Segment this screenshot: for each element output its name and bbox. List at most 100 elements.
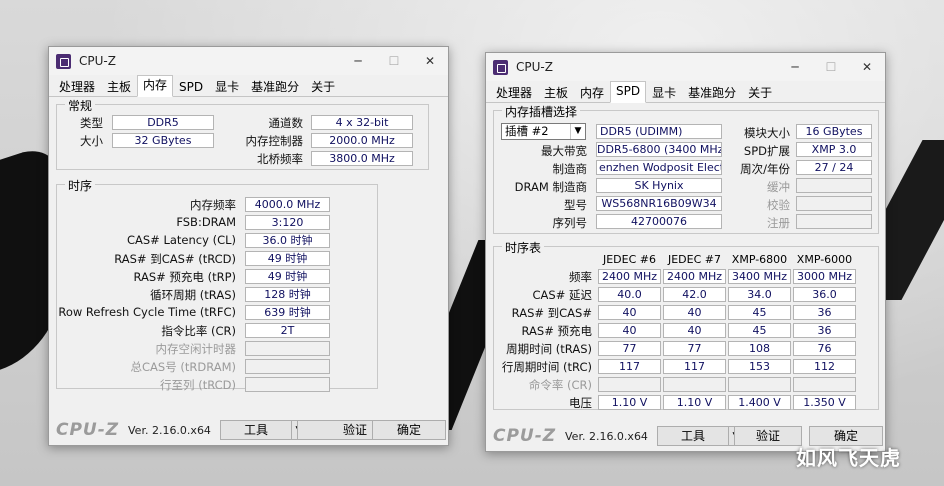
- timing-value: [245, 359, 330, 374]
- timing-column-header: JEDEC #6: [602, 253, 656, 266]
- tab-memory[interactable]: 内存: [574, 83, 610, 102]
- tab-cpu[interactable]: 处理器: [53, 77, 101, 96]
- timing-cell: 45: [728, 323, 791, 338]
- timings-table-group: 时序表 JEDEC #6 JEDEC #7 XMP-6800 XMP-6000 频率 24…: [493, 239, 879, 410]
- tab-mainboard[interactable]: 主板: [538, 83, 574, 102]
- slot-select-value: 插槽 #2: [505, 124, 549, 138]
- nb-value: 3800.0 MHz: [311, 151, 413, 166]
- timing-cell: 117: [598, 359, 661, 374]
- timing-cell: 36: [793, 305, 856, 320]
- cpuz-window-spd: CPU-Z ─ ☐ ✕ 处理器 主板 内存 SPD 显卡 基准跑分 关于 内存插…: [485, 52, 886, 452]
- check-label: 校验: [767, 198, 790, 212]
- tab-graphics[interactable]: 显卡: [209, 77, 245, 96]
- timing-cell: 1.10 V: [663, 395, 726, 410]
- timing-label: 内存空闲计时器: [155, 342, 237, 356]
- timing-label: Row Refresh Cycle Time (tRFC): [58, 305, 236, 319]
- tab-about[interactable]: 关于: [305, 77, 341, 96]
- bandwidth-value: DDR5-6800 (3400 MHz): [596, 142, 722, 157]
- timing-cell: 153: [728, 359, 791, 374]
- check-value: [796, 196, 872, 211]
- timing-cell: 2400 MHz: [663, 269, 726, 284]
- slot-group-label: 内存插槽选择: [502, 103, 581, 120]
- timing-column-header: JEDEC #7: [667, 253, 721, 266]
- watermark-text: 如风飞天虎: [796, 446, 901, 470]
- close-icon[interactable]: ✕: [849, 53, 885, 81]
- channels-label: 通道数: [268, 116, 304, 130]
- timing-cell: 40: [663, 305, 726, 320]
- week-year-value: 27 / 24: [796, 160, 872, 175]
- timing-cell: 3000 MHz: [793, 269, 856, 284]
- tools-button[interactable]: 工具: [657, 426, 729, 446]
- tab-memory[interactable]: 内存: [137, 75, 174, 97]
- tab-graphics[interactable]: 显卡: [646, 83, 682, 102]
- tab-bench[interactable]: 基准跑分: [245, 77, 305, 96]
- validate-button[interactable]: 验证: [734, 426, 802, 446]
- maximize-icon: ☐: [388, 54, 400, 68]
- timing-value: 128 时钟: [245, 287, 330, 302]
- channels-value: 4 x 32-bit: [311, 115, 413, 130]
- maximize-icon: ☐: [825, 60, 837, 74]
- timing-value: 36.0 时钟: [245, 233, 330, 248]
- tab-bar: 处理器 主板 内存 SPD 显卡 基准跑分 关于: [486, 81, 885, 103]
- cpuz-logo: CPU-Z: [493, 426, 557, 446]
- timing-value: 639 时钟: [245, 305, 330, 320]
- bottom-bar: CPU-Z Ver. 2.16.0.x64 工具 ▼ 验证 确定: [49, 415, 448, 445]
- timing-row-label: 命令率 (CR): [528, 378, 592, 392]
- version-text: Ver. 2.16.0.x64: [565, 430, 648, 443]
- week-year-label: 周次/年份: [740, 162, 790, 176]
- timing-cell: 112: [793, 359, 856, 374]
- timing-cell: 1.350 V: [793, 395, 856, 410]
- timing-cell: 77: [663, 341, 726, 356]
- tab-bench[interactable]: 基准跑分: [682, 83, 742, 102]
- serial-label: 序列号: [552, 216, 588, 230]
- timing-cell: 1.10 V: [598, 395, 661, 410]
- title-bar[interactable]: CPU-Z ─ ☐ ✕: [486, 53, 885, 81]
- minimize-icon[interactable]: ─: [777, 53, 813, 81]
- serial-value: 42700076: [596, 214, 722, 229]
- tab-mainboard[interactable]: 主板: [101, 77, 137, 96]
- manufacturer-label: 制造商: [552, 162, 588, 176]
- timing-cell: 40.0: [598, 287, 661, 302]
- slot-group: 内存插槽选择 插槽 #2 ▼ DDR5 (UDIMM) 模块大小 16 GByt…: [493, 103, 879, 234]
- ok-button[interactable]: 确定: [372, 420, 446, 440]
- timings-table-label: 时序表: [502, 239, 545, 256]
- timing-label: 指令比率 (CR): [161, 324, 236, 338]
- timing-row-label: 电压: [569, 396, 592, 410]
- timing-cell: 36.0: [793, 287, 856, 302]
- slot-select[interactable]: 插槽 #2 ▼: [501, 123, 586, 140]
- timing-row-label: RAS# 预充电: [521, 324, 592, 338]
- timing-cell: 40: [598, 323, 661, 338]
- tab-about[interactable]: 关于: [742, 83, 778, 102]
- close-icon[interactable]: ✕: [412, 47, 448, 75]
- timing-label: 循环周期 (tRAS): [150, 288, 236, 302]
- minimize-icon[interactable]: ─: [340, 47, 376, 75]
- tab-cpu[interactable]: 处理器: [490, 83, 538, 102]
- timing-cell: 40: [663, 323, 726, 338]
- general-group: 常规 类型 DDR5 大小 32 GBytes 通道数 4 x 32-bit 内…: [56, 97, 429, 170]
- timing-cell: [728, 377, 791, 392]
- timing-label: FSB:DRAM: [176, 215, 236, 229]
- timing-row-label: 行周期时间 (tRC): [501, 360, 592, 374]
- controller-label: 内存控制器: [245, 134, 304, 148]
- dram-manufacturer-label: DRAM 制造商: [514, 180, 587, 194]
- timing-row-label: RAS# 到CAS#: [511, 306, 592, 320]
- buffered-label: 缓冲: [767, 180, 790, 194]
- tab-spd[interactable]: SPD: [610, 81, 647, 103]
- timing-cell: 76: [793, 341, 856, 356]
- bandwidth-label: 最大带宽: [541, 144, 587, 158]
- type-label: 类型: [80, 116, 103, 130]
- module-size-label: 模块大小: [744, 126, 790, 140]
- timing-label: 内存频率: [190, 198, 236, 212]
- timing-cell: 42.0: [663, 287, 726, 302]
- controller-value: 2000.0 MHz: [311, 133, 413, 148]
- timing-label: CAS# Latency (CL): [126, 233, 236, 247]
- title-bar[interactable]: CPU-Z ─ ☐ ✕: [49, 47, 448, 75]
- timing-cell: 1.400 V: [728, 395, 791, 410]
- timings-group-label: 时序: [65, 177, 96, 194]
- timing-cell: 45: [728, 305, 791, 320]
- tab-spd[interactable]: SPD: [173, 77, 209, 96]
- module-size-value: 16 GBytes: [796, 124, 872, 139]
- manufacturer-value: enzhen Wodposit Electroni: [596, 160, 722, 175]
- tools-button[interactable]: 工具: [220, 420, 292, 440]
- timing-column-header: XMP-6000: [796, 253, 853, 266]
